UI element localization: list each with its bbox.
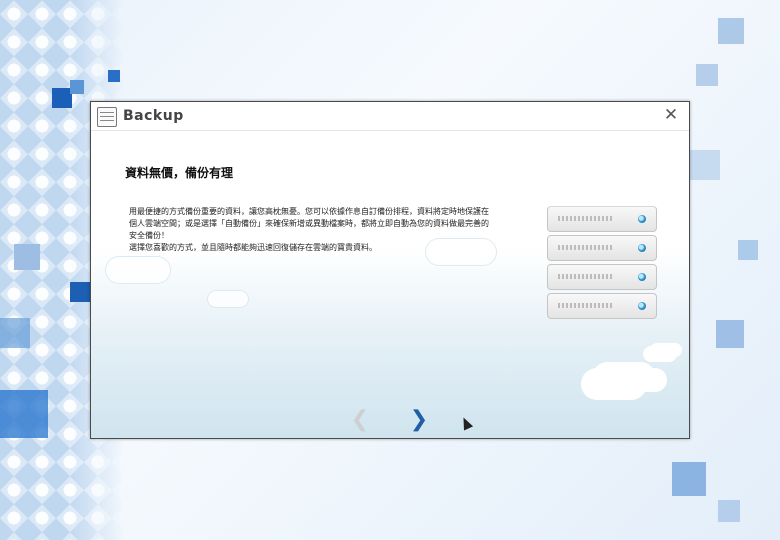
bg-square xyxy=(70,282,90,302)
bg-square xyxy=(108,70,120,82)
bg-square xyxy=(672,462,706,496)
description-paragraph: 選擇您喜歡的方式，並且隨時都能夠迅速回復儲存在雲端的寶貴資料。 xyxy=(129,243,377,252)
cloud-decoration xyxy=(207,290,249,308)
server-unit xyxy=(547,235,657,261)
page-heading: 資料無價，備份有理 xyxy=(125,166,234,180)
bg-square xyxy=(70,80,84,94)
status-led-icon xyxy=(638,215,646,223)
title-bar: Backup ✕ xyxy=(91,102,689,131)
bg-square xyxy=(52,88,72,108)
bg-square xyxy=(14,244,40,270)
description: 用最便捷的方式備份重要的資料，讓您高枕無憂。您可以依據作息自訂備份排程，資料將定… xyxy=(129,206,489,254)
server-unit xyxy=(547,206,657,232)
app-icon xyxy=(97,107,117,127)
bg-square xyxy=(0,390,48,438)
description-paragraph: 用最便捷的方式備份重要的資料，讓您高枕無憂。您可以依據作息自訂備份排程，資料將定… xyxy=(129,207,489,240)
bg-square xyxy=(738,240,758,260)
bg-square xyxy=(718,500,740,522)
server-icon xyxy=(547,206,657,322)
status-led-icon xyxy=(638,244,646,252)
window-title: Backup xyxy=(123,108,184,124)
bg-square xyxy=(0,318,30,348)
cloud-decoration xyxy=(643,346,677,362)
status-led-icon xyxy=(638,302,646,310)
backup-dialog: Backup ✕ 資料無價，備份有理 用最便捷的方式備份重要的資料，讓您高枕無憂… xyxy=(90,101,690,439)
chevron-left-icon[interactable]: ❮ xyxy=(350,408,370,432)
bg-square xyxy=(716,320,744,348)
bg-square xyxy=(690,150,720,180)
status-led-icon xyxy=(638,273,646,281)
bg-square xyxy=(696,64,718,86)
server-unit xyxy=(547,293,657,319)
bg-square xyxy=(718,18,744,44)
cloud-decoration xyxy=(105,256,171,284)
server-unit xyxy=(547,264,657,290)
chevron-right-icon[interactable]: ❯ xyxy=(409,408,429,432)
cloud-decoration xyxy=(581,368,647,400)
close-icon[interactable]: ✕ xyxy=(661,105,681,125)
